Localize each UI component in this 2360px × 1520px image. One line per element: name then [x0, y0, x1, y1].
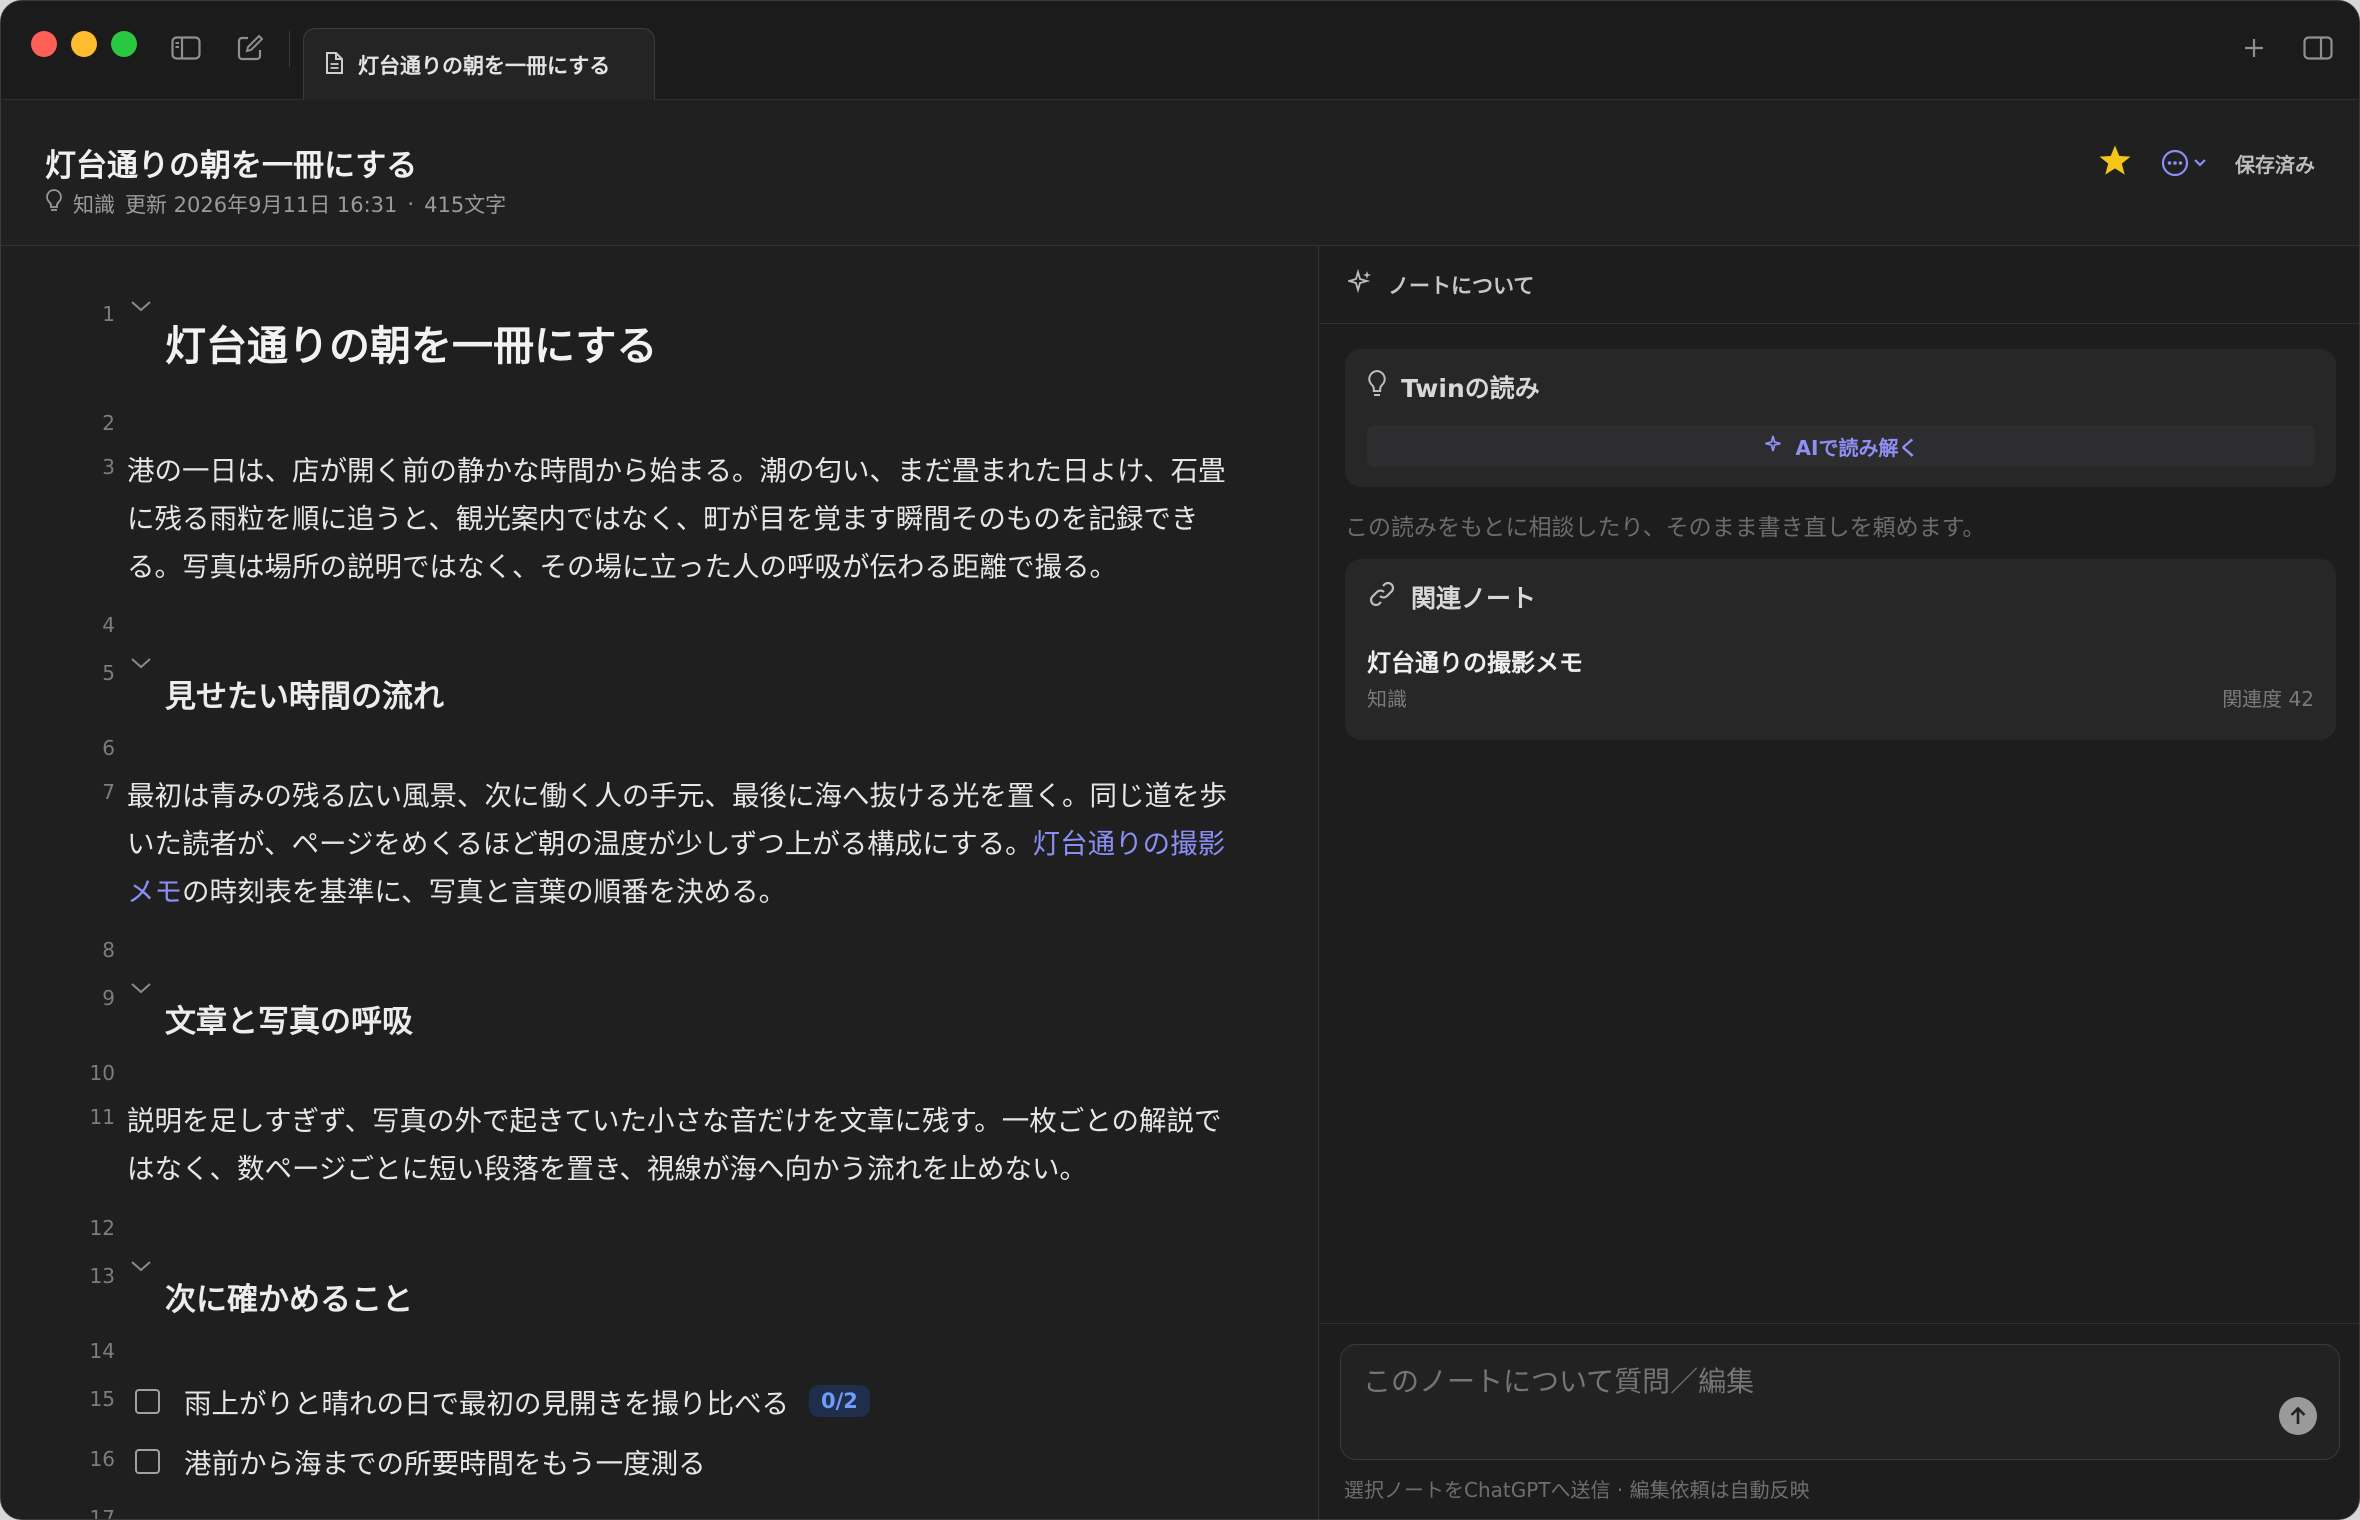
- task-checkbox[interactable]: [135, 1448, 160, 1474]
- twin-reading-title: Twinの読み: [1401, 374, 1540, 403]
- card-title: Twinの読み: [1367, 369, 1540, 405]
- task-item: 雨上がりと晴れの日で最初の見開きを撮り比べる 0/2: [135, 1381, 870, 1421]
- paragraph-breath: 説明を足しすぎず、写真の外で起きていた小さな音だけを文章に残す。一枚ごとの解説で…: [127, 1097, 1247, 1193]
- char-count: 415文字: [424, 192, 507, 217]
- paragraph-line: はなく、数ページごとに短い段落を置き、視線が海へ向かう流れを止めない。: [127, 1153, 1088, 1185]
- minimize-window-button[interactable]: [71, 31, 97, 57]
- line-number: 4: [102, 613, 115, 637]
- saved-status: 保存済み: [2235, 152, 2315, 177]
- line-number: 17: [89, 1506, 115, 1520]
- note-link[interactable]: メモ: [127, 876, 182, 908]
- line-number: 15: [89, 1387, 115, 1411]
- card-title: 関連ノート: [1367, 579, 1536, 615]
- line-number: 16: [89, 1447, 115, 1471]
- fold-chevron-icon[interactable]: [129, 298, 153, 317]
- heading-2: 見せたい時間の流れ: [165, 679, 444, 715]
- line-number: 5: [102, 661, 115, 685]
- compose-icon[interactable]: [233, 31, 267, 65]
- fold-chevron-icon[interactable]: [129, 1258, 153, 1277]
- twin-reading-card: Twinの読み AIで読み解く: [1345, 349, 2336, 487]
- category-label: 知識: [73, 192, 115, 217]
- app-window: 灯台通りの朝を一冊にする 灯台通りの朝を一冊にする 知識 更新 2026年9月1…: [0, 0, 2360, 1520]
- link-icon: [1367, 579, 1397, 615]
- zoom-window-button[interactable]: [111, 31, 137, 57]
- send-arrow-icon: [2290, 1406, 2306, 1424]
- editor[interactable]: 1 灯台通りの朝を一冊にする 2 3 港の一日は、店が開く前の静かな時間から始ま…: [1, 246, 1319, 1520]
- paragraph-text: の時刻表を基準に、写真と言葉の順番を決める。: [182, 876, 787, 908]
- tab-current-note[interactable]: 灯台通りの朝を一冊にする: [303, 28, 655, 101]
- paragraph-line: に残る雨粒を順に追うと、観光案内ではなく、町が目を覚ます瞬間そのものを記録でき: [127, 503, 1199, 535]
- related-notes-card: 関連ノート 灯台通りの撮影メモ 知識 関連度 42: [1345, 559, 2336, 740]
- tab-label: 灯台通りの朝を一冊にする: [358, 54, 611, 78]
- sparkle-icon: [1345, 268, 1372, 300]
- toolbar-divider: [289, 31, 290, 67]
- line-number: 2: [102, 411, 115, 435]
- panel-title: ノートについて: [1388, 273, 1535, 298]
- lightbulb-icon: [45, 188, 63, 219]
- line-number: 11: [89, 1105, 115, 1129]
- line-number: 13: [89, 1264, 115, 1288]
- heading-1: 灯台通りの朝を一冊にする: [165, 322, 658, 370]
- paragraph-line: 最初は青みの残る広い風景、次に働く人の手元、最後に海へ抜ける光を置く。同じ道を歩: [127, 780, 1227, 812]
- fold-chevron-icon[interactable]: [129, 655, 153, 674]
- line-number: 3: [102, 455, 115, 479]
- title-bar: 灯台通りの朝を一冊にする: [1, 1, 2359, 101]
- star-icon[interactable]: [2097, 144, 2133, 182]
- panel-header: ノートについて: [1320, 246, 2359, 324]
- paragraph-line: 港の一日は、店が開く前の静かな時間から始まる。潮の匂い、まだ畳まれた日よけ、石畳: [127, 455, 1226, 487]
- paragraph-intro: 港の一日は、店が開く前の静かな時間から始まる。潮の匂い、まだ畳まれた日よけ、石畳…: [127, 447, 1247, 591]
- related-note-score: 関連度 42: [2222, 687, 2314, 711]
- task-text: 雨上がりと晴れの日で最初の見開きを撮り比べる: [184, 1388, 789, 1420]
- more-icon[interactable]: [2161, 149, 2207, 177]
- ai-interpret-button[interactable]: AIで読み解く: [1367, 425, 2315, 467]
- line-number: 9: [102, 986, 115, 1010]
- task-text: 港前から海までの所要時間をもう一度測る: [184, 1448, 706, 1480]
- paragraph-line: 説明を足しすぎず、写真の外で起きていた小さな音だけを文章に残す。一枚ごとの解説で: [127, 1105, 1222, 1137]
- heading-2: 文章と写真の呼吸: [165, 1004, 413, 1040]
- chevron-down-icon: [2194, 159, 2206, 167]
- line-number: 8: [102, 938, 115, 962]
- header-actions: 保存済み: [2097, 144, 2315, 182]
- heading-2: 次に確かめること: [165, 1282, 413, 1318]
- line-number: 6: [102, 736, 115, 760]
- composer-input[interactable]: [1363, 1365, 2243, 1398]
- line-number: 12: [89, 1216, 115, 1240]
- line-number: 1: [102, 302, 115, 326]
- task-checkbox[interactable]: [135, 1388, 160, 1414]
- fold-chevron-icon[interactable]: [129, 980, 153, 999]
- related-notes-title: 関連ノート: [1411, 584, 1537, 613]
- close-window-button[interactable]: [31, 31, 57, 57]
- paragraph-text: いた読者が、ページをめくるほど朝の温度が少しずつ上がる構成にする。: [127, 828, 1033, 860]
- ai-interpret-label: AIで読み解く: [1795, 435, 1919, 460]
- panel-hint: この読みをもとに相談したり、そのまま書き直しを頼めます。: [1345, 515, 1986, 541]
- document-icon: [324, 51, 344, 79]
- composer-divider: [1320, 1323, 2359, 1324]
- note-meta: 知識 更新 2026年9月11日 16:31 · 415文字: [45, 188, 506, 219]
- related-note-category: 知識: [1367, 687, 1407, 711]
- paragraph-line: メモの時刻表を基準に、写真と言葉の順番を決める。: [127, 868, 1247, 916]
- note-header: 灯台通りの朝を一冊にする 知識 更新 2026年9月11日 16:31 · 41…: [1, 100, 2359, 246]
- note-link[interactable]: 灯台通りの撮影: [1033, 828, 1226, 860]
- paragraph-line: いた読者が、ページをめくるほど朝の温度が少しずつ上がる構成にする。灯台通りの撮影: [127, 820, 1247, 868]
- note-assistant-panel: ノートについて Twinの読み AIで読み解く この読みをもとに相談したり、その…: [1320, 246, 2359, 1519]
- paragraph-line: る。写真は場所の説明ではなく、その場に立った人の呼吸が伝わる距離で撮る。: [127, 551, 1117, 583]
- composer-footer: 選択ノートをChatGPTへ送信 · 編集依頼は自動反映: [1344, 1478, 1810, 1502]
- paragraph-flow: 最初は青みの残る広い風景、次に働く人の手元、最後に海へ抜ける光を置く。同じ道を歩…: [127, 772, 1247, 916]
- send-button[interactable]: [2279, 1397, 2317, 1435]
- plus-icon[interactable]: [2237, 31, 2271, 65]
- task-item: 港前から海までの所要時間をもう一度測る: [135, 1441, 706, 1481]
- lightbulb-icon: [1367, 369, 1387, 405]
- composer: [1340, 1344, 2340, 1460]
- subtask-progress-badge: 0/2: [809, 1385, 870, 1417]
- updated-timestamp: 更新 2026年9月11日 16:31: [125, 192, 398, 217]
- meta-separator: ·: [407, 191, 415, 216]
- line-number: 7: [102, 780, 115, 804]
- page-title: 灯台通りの朝を一冊にする: [45, 148, 418, 184]
- sparkle-icon: [1764, 433, 1784, 460]
- sidebar-toggle-icon[interactable]: [169, 31, 203, 65]
- related-note-link[interactable]: 灯台通りの撮影メモ: [1367, 643, 1583, 678]
- line-number: 14: [89, 1339, 115, 1363]
- line-number: 10: [89, 1061, 115, 1085]
- split-view-icon[interactable]: [2301, 31, 2335, 65]
